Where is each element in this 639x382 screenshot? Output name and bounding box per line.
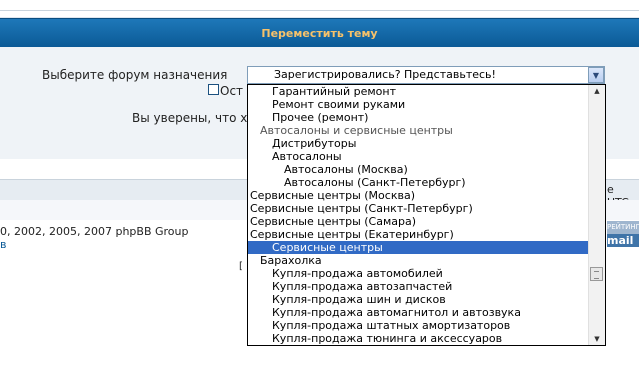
copyright: 0, 2002, 2005, 2007 phpBB Group в: [0, 225, 188, 251]
scroll-down-icon[interactable]: ▼: [589, 333, 605, 345]
top-divider: [0, 10, 639, 11]
forum-destination-label: Выберите форум назначения: [42, 68, 228, 82]
dropdown-options: Гарантийный ремонт Ремонт своими руками Пр…: [248, 85, 590, 345]
dropdown-option[interactable]: Автосалоны (Санкт-Петербург): [248, 176, 590, 189]
dropdown-option[interactable]: Купля-продажа автомагнитол и автозвука: [248, 306, 590, 319]
rating-badge-text: РЕЙТИНГ: [607, 223, 639, 231]
dropdown-option[interactable]: Купля-продажа тюнинга и аксессуаров: [248, 332, 590, 345]
rating-badge-top[interactable]: РЕЙТИНГ: [607, 221, 639, 234]
dropdown-option[interactable]: Сервисные центры: [248, 241, 590, 254]
dropdown-group-label: Автосалоны и сервисные центры: [260, 124, 453, 137]
chevron-down-icon: ▼: [592, 70, 600, 80]
scroll-thumb[interactable]: [590, 267, 603, 281]
dropdown-option[interactable]: Сервисные центры (Санкт-Петербург): [248, 202, 590, 215]
forum-dropdown-list[interactable]: Гарантийный ремонт Ремонт своими руками Пр…: [247, 84, 606, 346]
dropdown-option[interactable]: Прочее (ремонт): [248, 111, 590, 124]
dropdown-option[interactable]: Автосалоны: [248, 150, 590, 163]
move-topic-header: Переместить тему: [0, 18, 639, 48]
dropdown-option[interactable]: Купля-продажа автозапчастей: [248, 280, 590, 293]
dropdown-option[interactable]: Барахолка: [248, 254, 590, 267]
page-title: Переместить тему: [261, 26, 378, 40]
mail-badge-text: mail: [607, 234, 634, 247]
forum-select[interactable]: Зарегистрировались? Представьтесь!: [247, 66, 605, 84]
dropdown-option[interactable]: Купля-продажа шин и дисков: [248, 293, 590, 306]
dropdown-option[interactable]: Купля-продажа штатных амортизаторов: [248, 319, 590, 332]
dropdown-option[interactable]: Сервисные центры (Екатеринбург): [248, 228, 590, 241]
dropdown-option[interactable]: Автосалоны (Москва): [248, 163, 590, 176]
leave-shadow-checkbox[interactable]: [208, 84, 219, 95]
dropdown-option[interactable]: Ремонт своими руками: [248, 98, 590, 111]
dropdown-option[interactable]: Гарантийный ремонт: [248, 85, 590, 98]
dropdown-button[interactable]: ▼: [588, 67, 604, 83]
copyright-text: 0, 2002, 2005, 2007 phpBB Group: [0, 225, 189, 238]
dropdown-option[interactable]: Купля-продажа автомобилей: [248, 267, 590, 280]
top-strip: [0, 0, 639, 18]
confirm-text: Вы уверены, что х: [132, 111, 248, 125]
footer-bracket: [: [239, 261, 243, 272]
dropdown-option[interactable]: Сервисные центры (Самара): [248, 215, 590, 228]
footer-link[interactable]: в: [0, 238, 188, 251]
dropdown-option[interactable]: Сервисные центры (Москва): [248, 189, 590, 202]
dropdown-option[interactable]: Дистрибуторы: [248, 137, 590, 150]
mail-badge[interactable]: mail: [607, 234, 639, 247]
dropdown-scrollbar[interactable]: ▲ ▼: [588, 85, 605, 345]
leave-shadow-label: Ост: [220, 84, 244, 98]
forum-select-value: Зарегистрировались? Представьтесь!: [274, 68, 496, 81]
scroll-up-icon[interactable]: ▲: [589, 85, 605, 97]
